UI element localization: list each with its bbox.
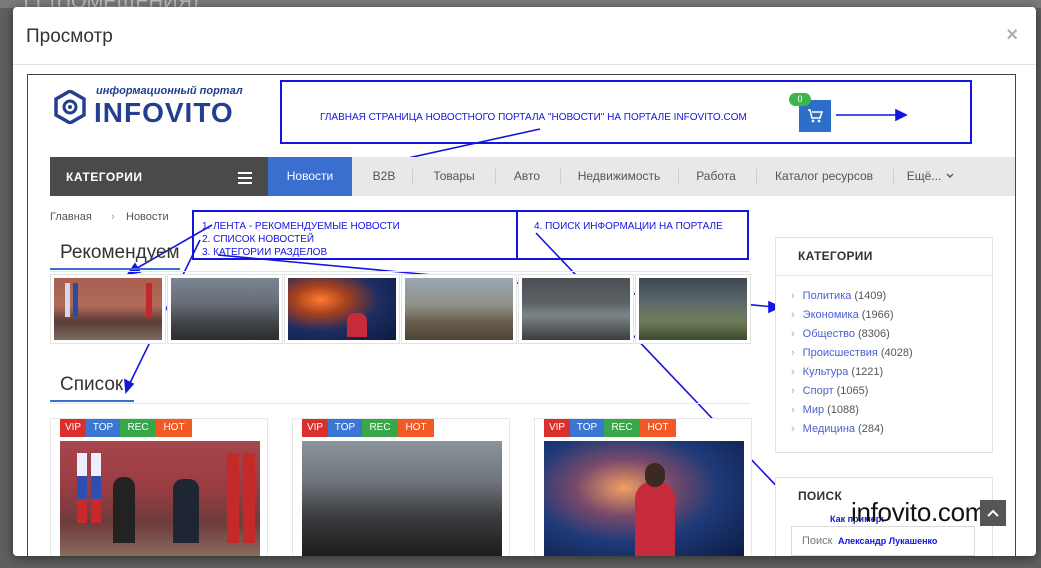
nav-item-goods[interactable]: Товары	[426, 157, 482, 196]
tag-hot: HOT	[640, 419, 676, 437]
tag-vip: VIP	[544, 419, 570, 437]
nav-item-b2b[interactable]: B2B	[362, 157, 406, 196]
watermark-text: infovito.com	[851, 497, 987, 527]
search-placeholder: Поиск	[802, 535, 833, 547]
flag-shape	[146, 283, 152, 317]
tag-vip: VIP	[60, 419, 86, 437]
nav-divider	[495, 169, 496, 184]
sidebar-category[interactable]: › Культура (1221)	[791, 366, 883, 378]
nav-divider	[560, 169, 561, 184]
close-icon[interactable]: ×	[1006, 24, 1018, 47]
preview-modal: Просмотр × информационный портал INFOVIT…	[13, 7, 1036, 556]
tag-top: TOP	[328, 419, 362, 437]
tag-top: TOP	[570, 419, 604, 437]
flag-shape	[65, 283, 70, 317]
sidebar-divider	[776, 275, 992, 276]
nav-divider	[893, 169, 894, 184]
nav-divider	[756, 169, 757, 184]
sidebar-category[interactable]: › Мир (1088)	[791, 404, 859, 416]
person-shape	[113, 477, 135, 543]
sidebar-category[interactable]: › Медицина (284)	[791, 423, 884, 435]
breadcrumb-home[interactable]: Главная	[50, 211, 92, 223]
section-underline	[50, 268, 180, 270]
modal-title: Просмотр	[26, 26, 113, 47]
recommended-thumb-5[interactable]	[518, 274, 634, 344]
chevron-down-icon	[946, 173, 954, 178]
recommended-thumb-4[interactable]	[401, 274, 517, 344]
chevron-up-icon	[987, 509, 999, 517]
section-title-list: Список	[60, 374, 124, 395]
person-shape	[173, 479, 199, 543]
news-photo	[302, 441, 502, 556]
nav-item-jobs[interactable]: Работа	[690, 157, 742, 196]
modal-header: Просмотр ×	[13, 7, 1036, 65]
categories-menu-button[interactable]: КАТЕГОРИИ	[50, 157, 268, 196]
presenter-shape	[347, 313, 367, 337]
search-example: Александр Лукашенко	[838, 536, 938, 546]
tag-rec: REC	[120, 419, 156, 437]
nav-divider	[678, 169, 679, 184]
flag-shape	[91, 453, 101, 523]
news-card-1[interactable]: VIP TOP REC HOT	[50, 418, 268, 556]
recommended-thumb-1[interactable]	[50, 274, 166, 344]
screenshot-preview: информационный портал INFOVITO ГЛАВНАЯ С…	[27, 74, 1016, 556]
sidebar-categories: КАТЕГОРИИ › Политика (1409) › Экономика (196…	[775, 237, 993, 453]
nav-divider	[412, 169, 413, 184]
section-divider	[50, 271, 750, 272]
tag-hot: HOT	[398, 419, 434, 437]
recommended-thumb-2[interactable]	[167, 274, 283, 344]
presenter-shape	[645, 463, 665, 487]
flag-shape	[73, 283, 78, 317]
tag-top: TOP	[86, 419, 120, 437]
annotation-main-page: ГЛАВНАЯ СТРАНИЦА НОВОСТНОГО ПОРТАЛА "НОВ…	[320, 112, 747, 123]
flag-shape	[77, 453, 87, 523]
sidebar-category[interactable]: › Спорт (1065)	[791, 385, 868, 397]
sidebar-title: КАТЕГОРИИ	[798, 249, 873, 263]
section-title-recommended: Рекомендуем	[60, 242, 180, 263]
section-divider	[50, 403, 750, 404]
annotation-list-2: 2. СПИСОК НОВОСТЕЙ	[202, 234, 315, 245]
nav-item-realty[interactable]: Недвижимость	[572, 157, 666, 196]
breadcrumb-separator: ›	[111, 211, 115, 223]
news-card-2[interactable]: VIP TOP REC HOT	[292, 418, 510, 556]
tag-rec: REC	[362, 419, 398, 437]
search-input[interactable]: Поиск Александр Лукашенко	[791, 526, 975, 556]
cart-icon	[808, 109, 823, 123]
sidebar-category[interactable]: › Происшествия (4028)	[791, 347, 913, 359]
tag-vip: VIP	[302, 419, 328, 437]
flag-shape	[227, 453, 239, 543]
nav-item-auto[interactable]: Авто	[506, 157, 548, 196]
annotation-search: 4. ПОИСК ИНФОРМАЦИИ НА ПОРТАЛЕ	[534, 221, 723, 232]
presenter-shape	[635, 481, 675, 556]
sidebar-category[interactable]: › Политика (1409)	[791, 290, 886, 302]
scroll-top-button[interactable]	[980, 500, 1006, 526]
sidebar-category[interactable]: › Экономика (1966)	[791, 309, 894, 321]
search-title: ПОИСК	[798, 489, 843, 503]
news-card-3[interactable]: VIP TOP REC HOT	[534, 418, 752, 556]
tag-hot: HOT	[156, 419, 192, 437]
recommended-thumb-6[interactable]	[635, 274, 751, 344]
categories-menu-label: КАТЕГОРИИ	[66, 170, 143, 184]
cart-count-badge: 0	[789, 93, 811, 106]
nav-item-news[interactable]: Новости	[268, 157, 352, 196]
sidebar-category[interactable]: › Общество (8306)	[791, 328, 890, 340]
nav-item-catalog[interactable]: Каталог ресурсов	[768, 157, 880, 196]
section-underline	[50, 400, 134, 402]
recommended-thumb-3[interactable]	[284, 274, 400, 344]
nav-item-more[interactable]: Ещё...	[904, 157, 944, 196]
annotation-list-1: 1. ЛЕНТА - РЕКОМЕНДУЕМЫЕ НОВОСТИ	[202, 221, 400, 232]
flag-shape	[243, 453, 255, 543]
breadcrumb-current: Новости	[126, 211, 169, 223]
tag-rec: REC	[604, 419, 640, 437]
annotation-list-3: 3. КАТЕГОРИИ РАЗДЕЛОВ	[202, 247, 328, 258]
hamburger-icon	[238, 169, 252, 184]
